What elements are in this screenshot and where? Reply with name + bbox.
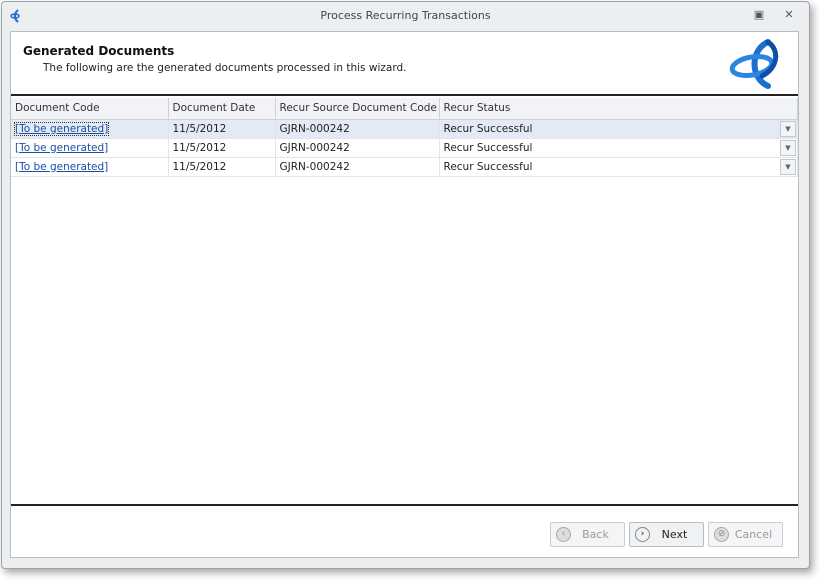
document-code-link[interactable]: [To be generated]: [15, 161, 108, 173]
document-date-cell: 11/5/2012: [168, 119, 276, 139]
wizard-footer: ‹ Back › Next ⊘ Cancel: [11, 506, 798, 557]
chevron-left-icon: ‹: [556, 527, 571, 542]
cancel-button[interactable]: ⊘ Cancel: [708, 522, 783, 547]
document-code-link[interactable]: [To be generated]: [15, 142, 108, 154]
wizard-panel: Generated Documents The following are th…: [10, 31, 799, 558]
recur-status-value: Recur Successful: [443, 141, 533, 154]
column-header-document-code[interactable]: Document Code: [11, 98, 169, 120]
recur-status-cell[interactable]: Recur Successful ▼: [439, 157, 798, 177]
recur-status-value: Recur Successful: [443, 122, 533, 135]
close-icon[interactable]: ✕: [782, 8, 796, 22]
document-code-link[interactable]: [To be generated]: [13, 121, 110, 136]
chevron-down-icon[interactable]: ▼: [780, 120, 796, 137]
recur-status-value: Recur Successful: [443, 160, 533, 173]
column-header-recur-source[interactable]: Recur Source Document Code: [275, 98, 440, 120]
brand-logo-icon: [729, 39, 779, 89]
recur-source-cell: GJRN-000242: [275, 119, 440, 139]
table-row[interactable]: [To be generated] 11/5/2012 GJRN-000242 …: [11, 138, 798, 158]
documents-grid: Document Code Document Date Recur Source…: [11, 98, 798, 506]
table-row[interactable]: [To be generated] 11/5/2012 GJRN-000242 …: [11, 157, 798, 177]
restore-icon[interactable]: ▣: [752, 8, 766, 22]
wizard-header: Generated Documents The following are th…: [11, 32, 798, 96]
title-bar: Process Recurring Transactions ▣ ✕: [2, 2, 809, 30]
cancel-icon: ⊘: [714, 527, 729, 542]
column-header-document-date[interactable]: Document Date: [168, 98, 276, 120]
document-date-cell: 11/5/2012: [168, 157, 276, 177]
back-button[interactable]: ‹ Back: [550, 522, 625, 547]
document-code-cell: [To be generated]: [11, 119, 169, 139]
recur-source-cell: GJRN-000242: [275, 157, 440, 177]
document-code-cell: [To be generated]: [11, 157, 169, 177]
window-title: Process Recurring Transactions: [320, 9, 491, 22]
recur-status-cell[interactable]: Recur Successful ▼: [439, 119, 798, 139]
table-row[interactable]: [To be generated] 11/5/2012 GJRN-000242 …: [11, 119, 798, 139]
wizard-window: Process Recurring Transactions ▣ ✕ Gener…: [1, 1, 810, 569]
page-title: Generated Documents: [23, 44, 175, 58]
document-date-cell: 11/5/2012: [168, 138, 276, 158]
page-subtitle: The following are the generated document…: [43, 62, 407, 74]
column-header-recur-status[interactable]: Recur Status: [439, 98, 798, 120]
document-code-cell: [To be generated]: [11, 138, 169, 158]
chevron-down-icon[interactable]: ▼: [780, 139, 796, 156]
recur-source-cell: GJRN-000242: [275, 138, 440, 158]
chevron-down-icon[interactable]: ▼: [780, 158, 796, 175]
next-button[interactable]: › Next: [629, 522, 704, 547]
recur-status-cell[interactable]: Recur Successful ▼: [439, 138, 798, 158]
chevron-right-icon: ›: [635, 527, 650, 542]
